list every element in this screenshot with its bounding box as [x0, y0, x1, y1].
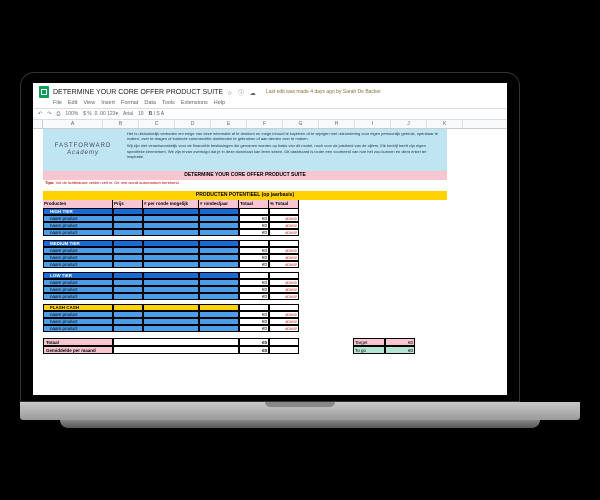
font-select[interactable]: Arial [122, 111, 134, 117]
col-e[interactable]: E [211, 120, 247, 128]
menu-data[interactable]: Data [144, 100, 156, 106]
col-k[interactable]: K [427, 120, 463, 128]
google-sheets-screen: DETERMINE YOUR CORE OFFER PRODUCT SUITE … [33, 83, 507, 395]
menu-edit[interactable]: Edit [68, 100, 77, 106]
sheets-logo-icon [39, 86, 49, 98]
zoom-select[interactable]: 100% [64, 111, 79, 117]
menu-file[interactable]: File [53, 100, 62, 106]
document-title[interactable]: DETERMINE YOUR CORE OFFER PRODUCT SUITE [53, 89, 223, 96]
last-edit-text[interactable]: Last edit was made 4 days ago by Sarah D… [266, 89, 381, 95]
col-g[interactable]: G [283, 120, 319, 128]
menu-help[interactable]: Help [214, 100, 225, 106]
title-icons[interactable]: ☆ ⓘ ☁ [227, 88, 258, 97]
col-f[interactable]: F [247, 120, 283, 128]
product-row[interactable]: naam product€0#DIV/0! [43, 279, 299, 286]
tier-label-row: MEDIUM TIER [43, 240, 299, 247]
col-d[interactable]: D [175, 120, 211, 128]
print-icon[interactable]: ⎙ [55, 111, 61, 117]
screen-bezel: DETERMINE YOUR CORE OFFER PRODUCT SUITE … [20, 72, 520, 402]
gemiddelde-row: Gemiddelde per maand €0 [43, 346, 299, 354]
table-header-row: Producten Prijs # per ronde mogelijk # r… [43, 200, 299, 208]
laptop-base [20, 402, 580, 420]
col-h[interactable]: H [319, 120, 355, 128]
menu-format[interactable]: Format [121, 100, 138, 106]
toolbar: ↶ ↷ ⎙ 100% $ % .0 .00 123▾ Arial 10 B I … [33, 109, 507, 120]
product-row[interactable]: naam product€0#DIV/0! [43, 325, 299, 332]
product-row[interactable]: naam product€0#DIV/0! [43, 318, 299, 325]
product-row[interactable]: naam product€0#DIV/0! [43, 254, 299, 261]
menu-insert[interactable]: Insert [101, 100, 115, 106]
laptop-mockup: DETERMINE YOUR CORE OFFER PRODUCT SUITE … [20, 72, 580, 428]
col-c[interactable]: C [139, 120, 175, 128]
product-row[interactable]: naam product€0#DIV/0! [43, 222, 299, 229]
menu-bar: File Edit View Insert Format Data Tools … [53, 100, 501, 106]
product-row[interactable]: naam product€0#DIV/0! [43, 261, 299, 268]
logo-cell: FASTFORWARDAcademy [43, 129, 123, 171]
undo-icon[interactable]: ↶ [37, 111, 43, 117]
totaal-row: Totaal €0 [43, 338, 299, 346]
menu-view[interactable]: View [83, 100, 95, 106]
col-i[interactable]: I [355, 120, 391, 128]
product-row[interactable]: naam product€0#DIV/0! [43, 215, 299, 222]
col-a[interactable]: A [43, 120, 103, 128]
product-row[interactable]: naam product€0#DIV/0! [43, 311, 299, 318]
col-b[interactable]: B [103, 120, 139, 128]
product-row[interactable]: naam product€0#DIV/0! [43, 229, 299, 236]
determine-header: DETERMINE YOUR CORE OFFER PRODUCT SUITE [43, 171, 447, 180]
redo-icon[interactable]: ↷ [46, 111, 52, 117]
product-row[interactable]: naam product€0#DIV/0! [43, 286, 299, 293]
font-size[interactable]: 10 [137, 111, 145, 117]
target-box: Target €0 To go €0 [353, 338, 415, 354]
menu-tools[interactable]: Tools [162, 100, 175, 106]
tier-label-row: FLASH CASH [43, 304, 299, 311]
product-row[interactable]: naam product€0#DIV/0! [43, 293, 299, 300]
section-header: PRODUCTEN POTENTIEEL (op jaarbasis) [43, 191, 447, 200]
col-j[interactable]: J [391, 120, 427, 128]
menu-extensions[interactable]: Extensions [181, 100, 208, 106]
sheets-header: DETERMINE YOUR CORE OFFER PRODUCT SUITE … [33, 83, 507, 109]
intro-text: Het is uitdrukkelijk verboden om enige v… [123, 129, 447, 171]
tier-label-row: HIGH TIER [43, 208, 299, 215]
product-row[interactable]: naam product€0#DIV/0! [43, 247, 299, 254]
tips-row: Tips: Vul de lichtblauwe velden zelf in.… [43, 180, 447, 191]
column-headers: A B C D E F G H I J K [33, 120, 507, 129]
tier-label-row: LOW TIER [43, 272, 299, 279]
laptop-foot [60, 420, 540, 428]
